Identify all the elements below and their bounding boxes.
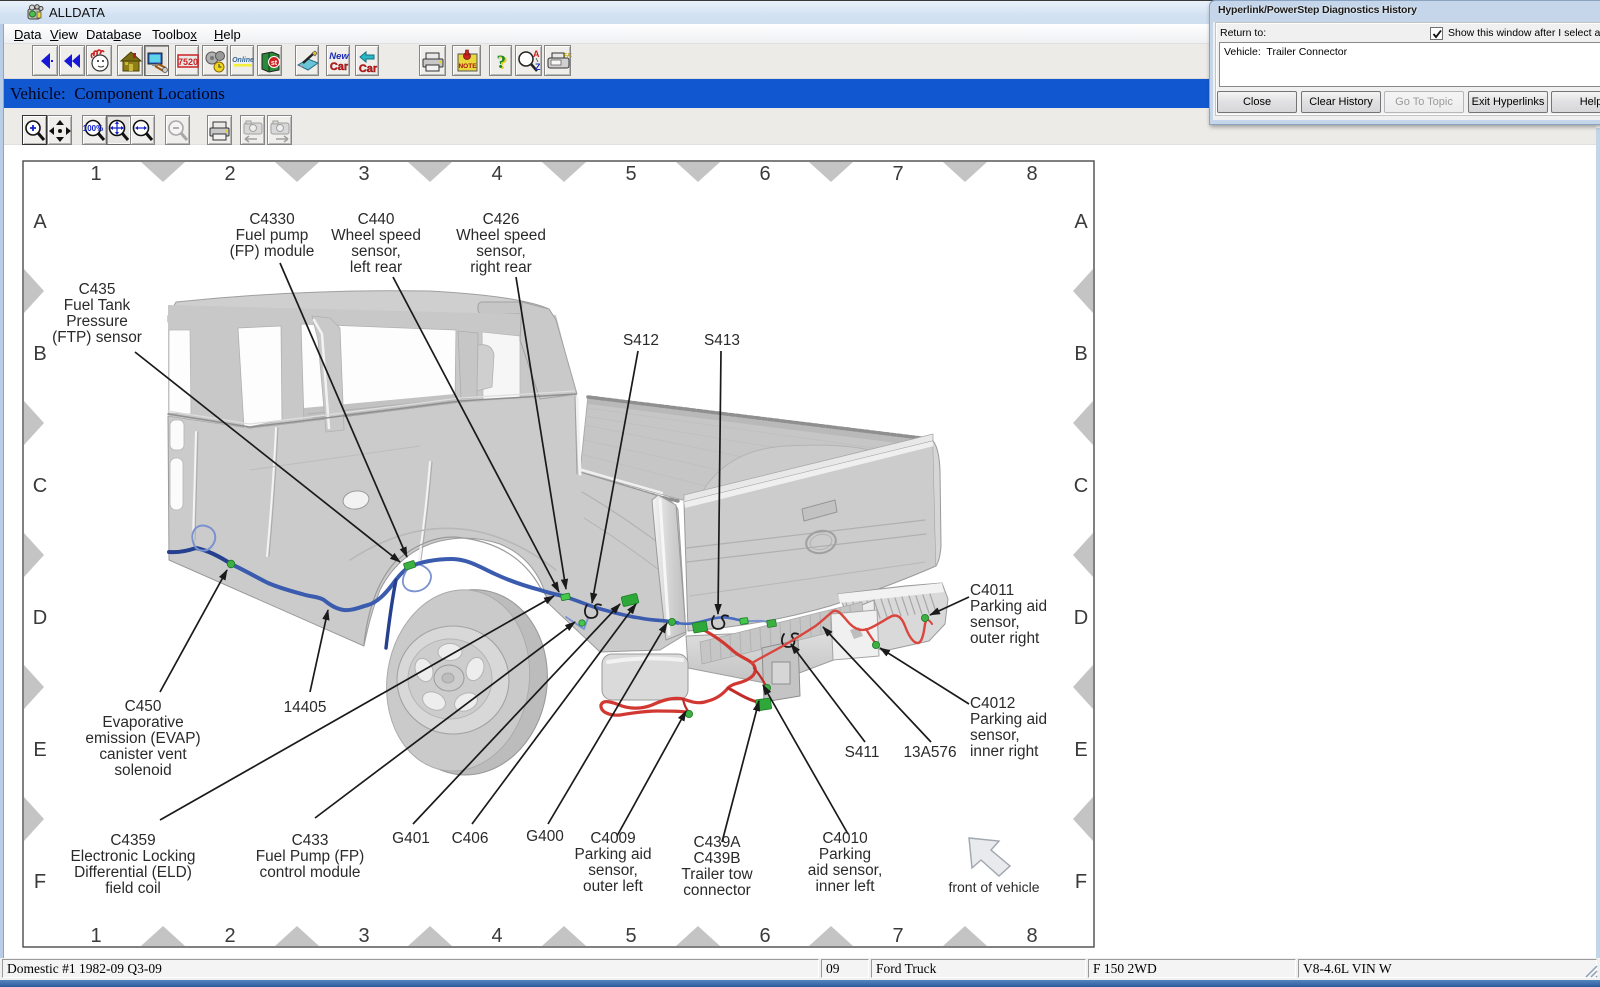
svg-text:C406: C406 [452,830,489,847]
svg-text:C426: C426 [483,211,520,228]
svg-text:8: 8 [1026,163,1037,185]
svg-text:6: 6 [759,163,770,185]
svg-text:S411: S411 [845,744,880,761]
svg-text:C4012: C4012 [970,695,1015,712]
svg-text:Differential (ELD): Differential (ELD) [74,864,192,881]
svg-text:5: 5 [625,163,636,185]
svg-text:F: F [1075,871,1087,893]
svg-text:Online: Online [232,57,254,64]
svg-text:C4010: C4010 [822,830,867,847]
svg-text:front of vehicle: front of vehicle [948,879,1039,895]
svg-text:Fuel pump: Fuel pump [236,227,309,244]
svg-text:3: 3 [358,163,369,185]
svg-text:emission (EVAP): emission (EVAP) [85,730,200,747]
svg-text:C4011: C4011 [970,582,1014,599]
svg-text:7: 7 [892,163,903,185]
svg-text:3: 3 [358,925,369,947]
svg-text:B: B [1074,343,1087,365]
svg-text:C4009: C4009 [590,830,635,847]
svg-text:Fuel Pump (FP): Fuel Pump (FP) [256,848,365,865]
svg-text:1: 1 [90,163,101,185]
svg-text:aid sensor,: aid sensor, [808,862,882,879]
svg-text:Fuel Tank: Fuel Tank [64,297,131,314]
svg-text:FAX: FAX [564,53,572,59]
svg-text:right rear: right rear [470,259,532,276]
svg-text:sensor,: sensor, [588,862,638,879]
svg-text:Parking: Parking [819,846,871,863]
svg-text:Evaporative: Evaporative [102,714,183,731]
svg-text:13A576: 13A576 [903,744,956,761]
svg-text:Car: Car [359,63,378,75]
svg-text:Trailer tow: Trailer tow [681,866,753,883]
svg-text:B: B [33,343,46,365]
svg-text:E: E [33,739,46,761]
svg-text:Z: Z [535,62,541,72]
svg-text:Electronic Locking: Electronic Locking [71,848,196,865]
svg-text:C440: C440 [358,211,395,228]
svg-text:Car: Car [330,61,349,73]
svg-text:?: ? [497,52,507,73]
svg-text:inner left: inner left [815,878,875,895]
svg-text:7: 7 [892,925,903,947]
svg-text:sensor,: sensor, [970,614,1020,631]
svg-text:4: 4 [491,925,502,947]
svg-text:G400: G400 [526,828,564,845]
svg-text:(FP) module: (FP) module [230,243,315,260]
svg-text:Wheel speed: Wheel speed [456,227,546,244]
svg-text:sensor,: sensor, [476,243,526,260]
svg-text:sensor,: sensor, [351,243,401,260]
svg-text:Parking aid: Parking aid [575,846,652,863]
svg-text:C4359: C4359 [110,832,155,849]
svg-text:left rear: left rear [350,259,402,276]
svg-text:C450: C450 [125,698,162,715]
svg-text:sensor,: sensor, [970,727,1020,744]
svg-text:C433: C433 [292,832,329,849]
svg-text:D: D [1074,607,1088,629]
svg-text:control module: control module [260,864,361,881]
svg-text:S412: S412 [623,332,659,349]
svg-text:st: st [271,60,278,67]
svg-text:14405: 14405 [284,699,327,716]
svg-text:A: A [33,211,47,233]
svg-text:connector: connector [683,882,751,899]
svg-text:C: C [33,475,47,497]
svg-text:6: 6 [759,925,770,947]
svg-text:outer left: outer left [583,878,644,895]
svg-text:NOTE: NOTE [458,63,477,70]
svg-text:4: 4 [491,163,502,185]
svg-text:C435: C435 [79,281,116,298]
svg-text:1: 1 [90,925,101,947]
svg-text:C439B: C439B [693,850,740,867]
svg-text:F: F [34,871,46,893]
svg-text:Wheel speed: Wheel speed [331,227,421,244]
svg-text:D: D [33,607,47,629]
svg-text:E: E [1074,739,1087,761]
svg-text:C: C [1074,475,1088,497]
svg-text:C439A: C439A [693,834,741,851]
svg-text:A: A [1074,211,1088,233]
svg-text:inner right: inner right [970,743,1039,760]
svg-text:canister vent: canister vent [99,746,187,763]
svg-text:Parking aid: Parking aid [970,598,1047,615]
svg-text:C4330: C4330 [249,211,294,228]
svg-text:outer right: outer right [970,630,1040,647]
svg-text:solenoid: solenoid [114,762,171,779]
svg-text:S413: S413 [704,332,740,349]
svg-text:2: 2 [224,925,235,947]
svg-text:G401: G401 [392,830,430,847]
svg-text:Pressure: Pressure [66,313,128,330]
svg-text:Parking aid: Parking aid [970,711,1047,728]
svg-text:7520: 7520 [178,57,198,67]
svg-text:(FTP) sensor: (FTP) sensor [52,329,142,346]
svg-text:8: 8 [1026,925,1037,947]
svg-text:A: A [533,49,540,59]
svg-text:2: 2 [224,163,235,185]
svg-text:field coil: field coil [105,880,161,897]
svg-text:100%: 100% [83,124,103,133]
svg-text:5: 5 [625,925,636,947]
